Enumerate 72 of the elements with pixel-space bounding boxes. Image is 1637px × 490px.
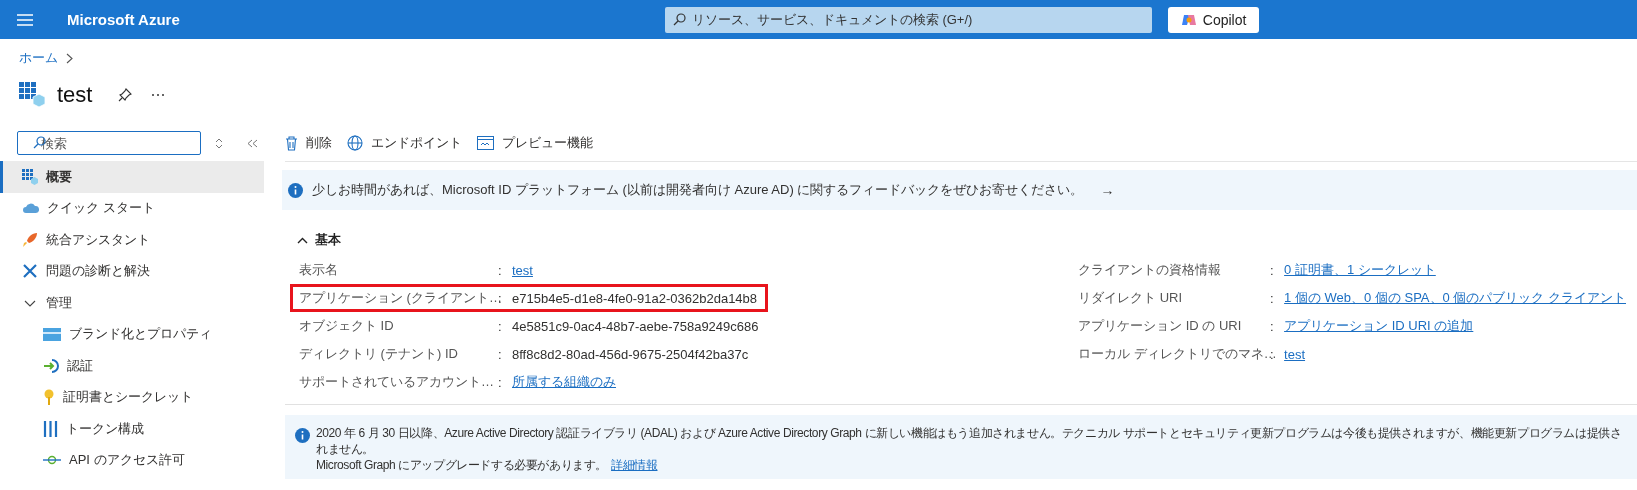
property-value: 4e5851c9-0ac4-48b7-aebe-758a9249c686 (512, 318, 759, 334)
info-icon (295, 428, 310, 443)
global-search-field[interactable]: リソース、サービス、ドキュメントの検索 (G+/) (664, 6, 1152, 33)
more-icon[interactable] (151, 93, 166, 97)
toolbar-button[interactable]: エンドポイント (347, 134, 462, 152)
property-label: 表示名 (298, 261, 339, 279)
arrow-link[interactable]: → (1100, 182, 1115, 198)
pin-icon[interactable] (118, 88, 133, 102)
feedback-message: 少しお時間があれば、Microsoft ID プラットフォーム (以前は開発者向け Azure AD) に関するフィードバックをぜひお寄せください。 (312, 181, 1084, 199)
sidebar-item[interactable]: 認証 (0, 350, 264, 382)
app-grid-icon (22, 168, 38, 185)
property-link[interactable]: test (1284, 346, 1306, 362)
chevron-up-icon (297, 236, 308, 244)
colon: : (1270, 346, 1274, 362)
property-label: サポートされているアカウント… (298, 373, 495, 391)
copilot-button[interactable]: Copilot (1167, 6, 1260, 33)
cloud-icon (22, 202, 39, 215)
colon: : (1270, 262, 1275, 278)
key-icon (43, 388, 55, 406)
sidebar-item[interactable]: API のアクセス許可 (0, 444, 264, 476)
menu-icon[interactable] (17, 13, 33, 26)
notice-message: 2020 年 6 月 30 日以降、Azure Active Directory 認証ライブラリ (ADAL) および Azure Active Directory Graph に新しい機能はもう追加されません。テクニカル サポートとセキュリティ更新プログラムは今後も提供されますが、機能更新プログラムは提供されません。 (316, 426, 1622, 456)
search-field[interactable]: 検索 (17, 131, 201, 155)
colon: : (498, 374, 503, 390)
breadcrumb-link[interactable]: ホーム (19, 49, 58, 67)
sort-icon[interactable] (215, 137, 223, 149)
sign-in-icon (43, 357, 59, 374)
property-link[interactable]: アプリケーション ID URI の追加 (1284, 317, 1474, 335)
sidebar-item[interactable]: 統合アシスタント (0, 224, 264, 256)
sidebar-item[interactable]: トークン構成 (0, 413, 264, 445)
property-link[interactable]: 0 証明書、1 シークレット (1284, 261, 1436, 279)
chevron-right-icon (66, 52, 73, 64)
property-label: クライアントの資格情報 (1077, 261, 1223, 279)
sidebar-item[interactable]: ブランド化とプロパティ (0, 318, 264, 350)
bars-icon (43, 420, 58, 437)
colon: : (498, 346, 503, 362)
trash-icon (285, 135, 298, 151)
toolbar-button[interactable]: プレビュー機能 (477, 134, 593, 152)
colon: : (498, 290, 503, 306)
tools-icon (22, 263, 38, 280)
brand-name[interactable]: Microsoft Azure (67, 11, 180, 28)
property-label: アプリケーション ID の URI (1077, 317, 1243, 335)
colon: : (1270, 290, 1275, 306)
property-label: ディレクトリ (テナント) ID (298, 345, 459, 363)
property-link[interactable]: test (512, 262, 533, 278)
section-toggle[interactable]: 基本 (285, 230, 341, 250)
search-icon (672, 12, 686, 26)
colon: : (498, 262, 503, 278)
api-icon (43, 455, 61, 466)
toolbar-button[interactable]: 削除 (285, 134, 332, 152)
colon: : (1270, 318, 1275, 334)
property-value: e715b4e5-d1e8-4fe0-91a2-0362b2da14b8 (512, 290, 758, 306)
globe-icon (347, 135, 363, 151)
sidebar-item[interactable]: 証明書とシークレット (0, 381, 264, 413)
collapse-icon[interactable] (247, 138, 258, 148)
notice-message: Microsoft Graph にアップグレードする必要があります。 (316, 457, 608, 473)
page-title: test (57, 82, 93, 108)
info-icon (288, 182, 303, 198)
sidebar-item[interactable]: 概要 (0, 161, 264, 193)
property-link[interactable]: 1 個の Web、0 個の SPA、0 個のパブリック クライアント (1284, 289, 1626, 307)
app-grid-icon (19, 82, 45, 108)
property-value: 8ff8c8d2-80ad-456d-9675-2504f42ba37c (512, 346, 749, 362)
sidebar-item[interactable]: 問題の診断と解決 (0, 255, 264, 287)
property-link[interactable]: 所属する組織のみ (512, 373, 616, 391)
sidebar-item[interactable]: 管理 (0, 287, 264, 319)
sidebar-item[interactable]: クイック スタート (0, 192, 264, 224)
property-label: リダイレクト URI (1077, 289, 1184, 307)
details-link[interactable]: 詳細情報 (611, 457, 658, 473)
card-icon (43, 327, 61, 341)
property-label: オブジェクト ID (298, 317, 395, 335)
preview-window-icon (477, 136, 494, 150)
colon: : (498, 318, 503, 334)
